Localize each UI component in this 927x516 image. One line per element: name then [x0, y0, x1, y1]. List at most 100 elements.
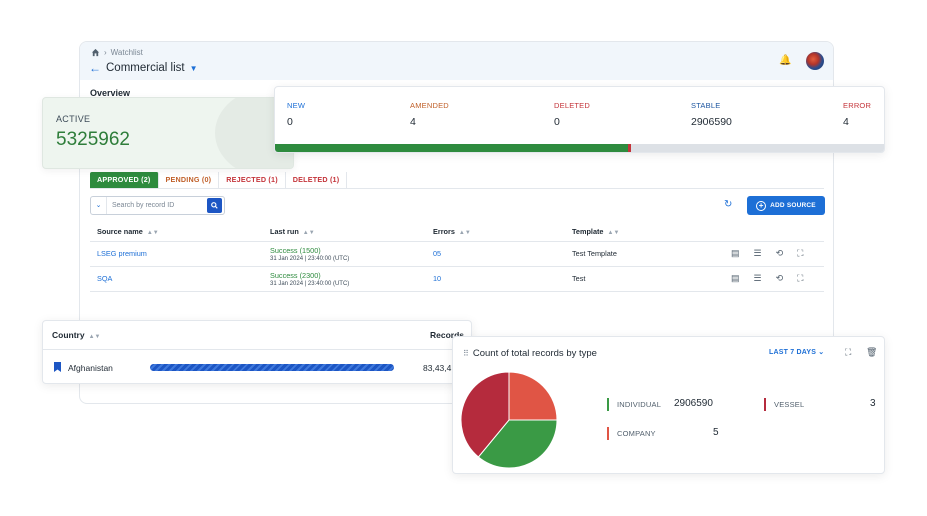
sort-icon: ▲▼: [302, 229, 315, 236]
chevron-down-icon[interactable]: ⌄: [91, 197, 107, 214]
refresh-icon[interactable]: ↻: [724, 199, 732, 210]
sort-icon: ▲▼: [88, 334, 101, 340]
tab-pending[interactable]: PENDING (0): [159, 172, 220, 188]
table-row: SQA Success (2300) 31 Jan 2024 | 23:40:00…: [90, 266, 824, 292]
list-icon[interactable]: ☰: [754, 248, 762, 259]
chevron-right-icon: ›: [104, 48, 107, 57]
avatar[interactable]: [806, 52, 824, 70]
records-value: 83,43,4: [423, 363, 452, 373]
source-name-link[interactable]: LSEG premium: [97, 249, 147, 258]
run-time: 31 Jan 2024 | 23:40:00 (UTC): [270, 255, 350, 262]
pie-chart: [460, 371, 558, 469]
stat-value: 0: [554, 116, 560, 128]
stat-label: AMENDED: [410, 101, 449, 110]
active-value: 5325962: [56, 129, 130, 150]
pie-slice-company: [508, 371, 558, 421]
legend-swatch: [607, 427, 609, 440]
country-name: Afghanistan: [68, 363, 113, 373]
home-icon[interactable]: [91, 48, 100, 57]
scan-icon[interactable]: ⛶: [797, 248, 803, 259]
list-icon[interactable]: ☰: [754, 273, 762, 284]
back-arrow-icon[interactable]: ←: [89, 61, 101, 75]
search-button[interactable]: [207, 198, 222, 213]
run-time: 31 Jan 2024 | 23:40:00 (UTC): [270, 280, 350, 287]
stat-stable: STABLE 2906590: [691, 101, 732, 128]
progress-green-segment: [275, 144, 629, 152]
breadcrumb-watchlist[interactable]: Watchlist: [111, 48, 143, 57]
stats-card: NEW 0 AMENDED 4 DELETED 0 STABLE 2906590…: [274, 86, 885, 153]
table-header-row: Source name ▲▼ Last run ▲▼ Errors ▲▼ Templa…: [90, 222, 824, 242]
active-label: ACTIVE: [56, 114, 91, 124]
errors-link[interactable]: 05: [433, 249, 441, 258]
card-title: ⠿ Count of total records by type: [463, 348, 597, 359]
trash-icon[interactable]: 🗑: [866, 347, 877, 358]
legend-value-company: 5: [713, 427, 719, 438]
expand-icon[interactable]: ⛶: [845, 347, 851, 358]
stat-label: NEW: [287, 101, 306, 110]
table-row: LSEG premium Success (1500) 31 Jan 2024 |…: [90, 241, 824, 267]
legend-swatch: [764, 398, 766, 411]
sort-icon: ▲▼: [607, 229, 620, 236]
page-title-row: ← Commercial list ▼: [89, 61, 198, 75]
bell-icon[interactable]: 🔔: [779, 55, 791, 66]
stat-value: 0: [287, 116, 293, 128]
details-icon[interactable]: ▤: [731, 273, 740, 284]
search-input[interactable]: Search by record ID: [107, 202, 207, 209]
stat-error: ERROR 4: [843, 101, 871, 128]
stat-value: 2906590: [691, 116, 732, 128]
stat-label: ERROR: [843, 101, 872, 110]
col-template[interactable]: Template ▲▼: [565, 222, 724, 242]
scan-icon[interactable]: ⛶: [797, 273, 803, 284]
legend-item-company: COMPANY: [607, 427, 656, 440]
stat-value: 4: [843, 116, 849, 128]
drag-handle-icon[interactable]: ⠿: [463, 349, 469, 358]
country-header[interactable]: Country ▲▼: [52, 330, 100, 340]
tab-deleted[interactable]: DELETED (1): [286, 172, 348, 188]
stat-new: NEW 0: [287, 101, 305, 128]
records-bar: [150, 364, 394, 371]
col-last-run[interactable]: Last run ▲▼: [263, 222, 426, 242]
plus-icon: +: [756, 200, 767, 211]
divider: [43, 349, 471, 350]
run-status: Success (2300): [270, 270, 321, 280]
bookmark-icon: [54, 362, 61, 372]
legend-swatch: [607, 398, 609, 411]
country-card: Country ▲▼ Records Afghanistan 83,43,4: [42, 320, 472, 384]
legend-value-vessel: 3: [870, 398, 876, 409]
search-icon: [211, 202, 218, 209]
details-icon[interactable]: ▤: [731, 248, 740, 259]
add-source-button[interactable]: + ADD SOURCE: [747, 196, 825, 215]
tab-rejected[interactable]: REJECTED (1): [219, 172, 286, 188]
records-by-type-card: ⠿ Count of total records by type LAST 7 …: [452, 336, 885, 474]
add-source-label: ADD SOURCE: [770, 202, 816, 209]
tab-approved[interactable]: APPROVED (2): [90, 172, 159, 188]
source-name-link[interactable]: SQA: [97, 274, 112, 283]
search-box: ⌄ Search by record ID: [90, 196, 225, 215]
status-progress-bar: [275, 144, 884, 152]
legend-value-individual: 2906590: [674, 398, 713, 409]
status-tabs: APPROVED (2) PENDING (0) REJECTED (1) DE…: [90, 172, 348, 188]
caret-down-icon[interactable]: ▼: [190, 64, 198, 73]
col-errors[interactable]: Errors ▲▼: [426, 222, 565, 242]
errors-link[interactable]: 10: [433, 274, 441, 283]
date-range-dropdown[interactable]: LAST 7 DAYS ⌄: [769, 348, 824, 356]
stat-label: STABLE: [691, 101, 721, 110]
run-status: Success (1500): [270, 245, 321, 255]
history-icon[interactable]: ⟲: [776, 273, 784, 284]
active-card: ACTIVE 5325962: [42, 97, 294, 169]
stat-value: 4: [410, 116, 416, 128]
stat-deleted: DELETED 0: [554, 101, 590, 128]
chevron-down-icon: ⌄: [818, 349, 825, 356]
sources-table: Source name ▲▼ Last run ▲▼ Errors ▲▼ Templa…: [90, 222, 824, 292]
breadcrumb: › Watchlist: [91, 48, 143, 57]
tab-divider: [90, 188, 824, 189]
col-actions: [724, 222, 824, 242]
template-name: Test: [572, 274, 586, 283]
sort-icon: ▲▼: [458, 229, 471, 236]
legend-item-individual: INDIVIDUAL: [607, 398, 661, 411]
col-source-name[interactable]: Source name ▲▼: [90, 222, 263, 242]
history-icon[interactable]: ⟲: [776, 248, 784, 259]
page-title: Commercial list: [106, 62, 185, 74]
stat-label: DELETED: [554, 101, 590, 110]
progress-red-segment: [628, 144, 632, 152]
